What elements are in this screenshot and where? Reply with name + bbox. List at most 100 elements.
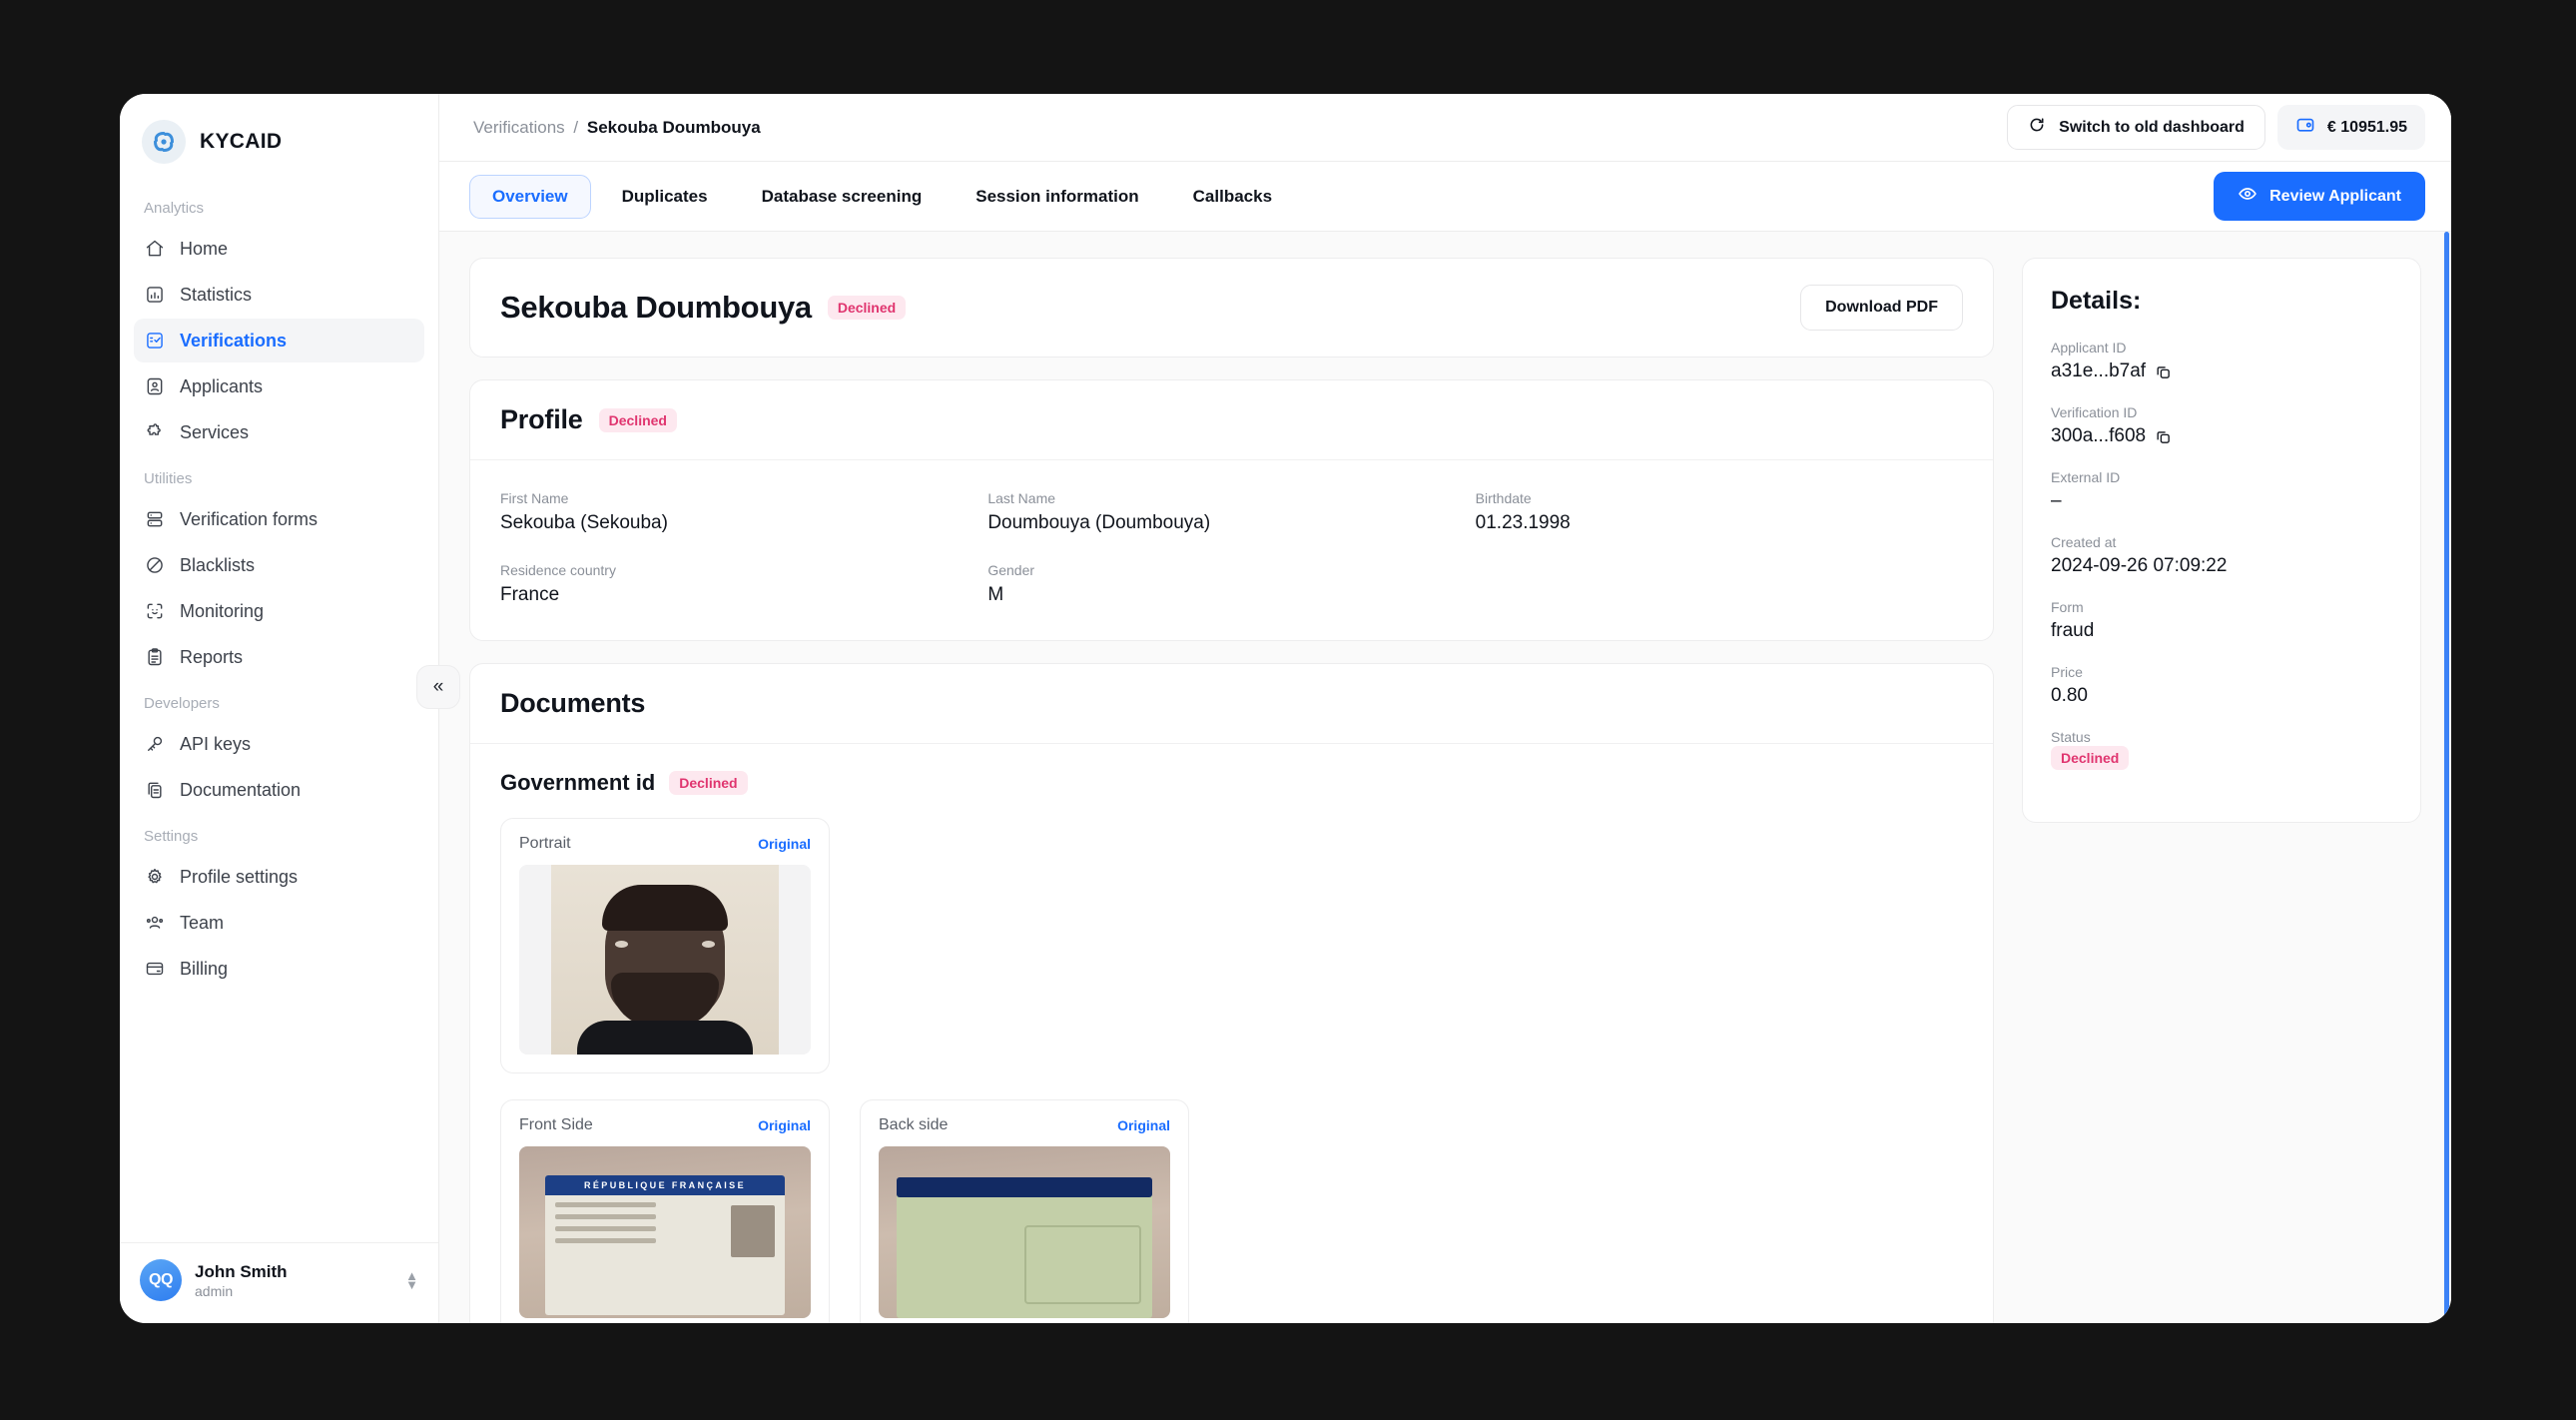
right-column: Details: Applicant ID a31e...b7af Verifi… xyxy=(2022,258,2421,1323)
detail-value: fraud xyxy=(2051,620,2392,642)
detail-value: 300a...f608 xyxy=(2051,425,2146,447)
profile-field: Last Name Doumbouya (Doumbouya) xyxy=(987,490,1475,534)
review-applicant-button[interactable]: Review Applicant xyxy=(2214,172,2425,221)
document-card-back-side[interactable]: Back side Original xyxy=(860,1099,1189,1323)
balance-chip[interactable]: € 10951.95 xyxy=(2277,105,2425,150)
vertical-scrollbar[interactable] xyxy=(2444,232,2449,1323)
sidebar-item-label: Monitoring xyxy=(180,601,264,622)
sidebar-item-team[interactable]: Team xyxy=(134,901,424,945)
tab-database-screening[interactable]: Database screening xyxy=(739,175,946,219)
user-card-icon xyxy=(144,375,166,397)
left-column: Sekouba Doumbouya Declined Download PDF … xyxy=(469,258,1994,1323)
profile-fields: First Name Sekouba (Sekouba) Last Name D… xyxy=(470,460,1993,640)
sidebar-item-home[interactable]: Home xyxy=(134,227,424,271)
document-card-header: Front Side Original xyxy=(519,1116,811,1134)
checklist-icon xyxy=(144,330,166,352)
sidebar-item-label: Blacklists xyxy=(180,555,255,576)
user-menu-caret-icon[interactable]: ▲▼ xyxy=(405,1271,418,1290)
detail-row-price: Price 0.80 xyxy=(2051,664,2392,707)
sidebar-item-documentation[interactable]: Documentation xyxy=(134,768,424,812)
app-window: KYCAID Analytics Home Statistics Verific… xyxy=(120,94,2451,1323)
details-heading: Details: xyxy=(2051,287,2392,316)
field-label: Gender xyxy=(987,562,1475,578)
sidebar-item-applicants[interactable]: Applicants xyxy=(134,364,424,408)
sidebar-item-verification-forms[interactable]: Verification forms xyxy=(134,497,424,541)
detail-value: 2024-09-26 07:09:22 xyxy=(2051,555,2392,577)
sidebar-item-label: Reports xyxy=(180,647,243,668)
front-side-thumbnail[interactable]: RÉPUBLIQUE FRANÇAISE xyxy=(519,1146,811,1318)
field-value: France xyxy=(500,584,987,606)
brand-header[interactable]: KYCAID xyxy=(120,94,438,180)
profile-field: Gender M xyxy=(987,562,1475,606)
original-link[interactable]: Original xyxy=(758,1117,811,1133)
sidebar-item-label: Documentation xyxy=(180,780,301,801)
chevron-double-left-icon: « xyxy=(433,676,444,698)
tab-overview[interactable]: Overview xyxy=(469,175,591,219)
copy-icon[interactable] xyxy=(2155,363,2172,380)
tab-session-information[interactable]: Session information xyxy=(953,175,1161,219)
document-card-header: Back side Original xyxy=(879,1116,1170,1134)
face-scan-icon xyxy=(144,600,166,622)
detail-label: Verification ID xyxy=(2051,404,2392,420)
document-card-title: Back side xyxy=(879,1116,948,1134)
sidebar-item-api-keys[interactable]: API keys xyxy=(134,722,424,766)
detail-value-wrap: a31e...b7af xyxy=(2051,360,2392,382)
documents-card-header: Documents xyxy=(470,664,1993,744)
detail-label: Price xyxy=(2051,664,2392,680)
sidebar-user-profile[interactable]: QQ John Smith admin ▲▼ xyxy=(120,1242,438,1323)
tab-duplicates[interactable]: Duplicates xyxy=(599,175,731,219)
back-side-thumbnail[interactable] xyxy=(879,1146,1170,1318)
sidebar-item-monitoring[interactable]: Monitoring xyxy=(134,589,424,633)
credit-card-icon xyxy=(144,958,166,980)
detail-label: External ID xyxy=(2051,469,2392,485)
document-card-title: Front Side xyxy=(519,1116,593,1134)
topbar-actions: Switch to old dashboard € 10951.95 xyxy=(2007,105,2425,150)
clipboard-icon xyxy=(144,646,166,668)
sidebar-item-verifications[interactable]: Verifications xyxy=(134,319,424,362)
sidebar-item-reports[interactable]: Reports xyxy=(134,635,424,679)
sidebar-item-label: Verification forms xyxy=(180,509,318,530)
portrait-thumbnail[interactable] xyxy=(519,865,811,1055)
original-link[interactable]: Original xyxy=(1117,1117,1170,1133)
page-title: Sekouba Doumbouya xyxy=(500,290,812,326)
switch-old-dashboard-button[interactable]: Switch to old dashboard xyxy=(2007,105,2265,150)
sidebar-item-label: Profile settings xyxy=(180,867,298,888)
sidebar-item-label: Applicants xyxy=(180,376,263,397)
sidebar-item-services[interactable]: Services xyxy=(134,410,424,454)
original-link[interactable]: Original xyxy=(758,836,811,852)
sidebar-item-profile-settings[interactable]: Profile settings xyxy=(134,855,424,899)
tab-callbacks[interactable]: Callbacks xyxy=(1170,175,1295,219)
copy-icon[interactable] xyxy=(2155,428,2172,445)
sidebar-collapse-button[interactable]: « xyxy=(416,665,460,709)
profile-field: Residence country France xyxy=(500,562,987,606)
nav-group-label-utilities: Utilities xyxy=(134,456,424,497)
document-card-portrait[interactable]: Portrait Original xyxy=(500,818,830,1073)
sidebar-item-billing[interactable]: Billing xyxy=(134,947,424,991)
status-badge: Declined xyxy=(828,296,906,320)
documents-body: Government id Declined Portrait Original xyxy=(470,744,1993,1323)
document-card-title: Portrait xyxy=(519,835,571,853)
government-id-status-badge: Declined xyxy=(669,771,747,795)
breadcrumb-separator: / xyxy=(573,118,578,137)
user-name: John Smith xyxy=(195,1261,288,1282)
detail-value: 0.80 xyxy=(2051,685,2392,707)
details-status-badge: Declined xyxy=(2051,746,2129,770)
document-card-front-side[interactable]: Front Side Original RÉPUBLIQUE FRANÇAISE xyxy=(500,1099,830,1323)
chart-square-icon xyxy=(144,284,166,306)
sidebar-item-label: Statistics xyxy=(180,285,252,306)
id-front-header-text: RÉPUBLIQUE FRANÇAISE xyxy=(584,1180,746,1190)
id-front-image: RÉPUBLIQUE FRANÇAISE xyxy=(519,1146,811,1318)
detail-label: Status xyxy=(2051,729,2392,745)
sidebar-item-blacklists[interactable]: Blacklists xyxy=(134,543,424,587)
download-pdf-button[interactable]: Download PDF xyxy=(1800,285,1963,331)
home-icon xyxy=(144,238,166,260)
sidebar-item-statistics[interactable]: Statistics xyxy=(134,273,424,317)
breadcrumb-current: Sekouba Doumbouya xyxy=(587,118,761,137)
field-label: Last Name xyxy=(987,490,1475,506)
sidebar-item-label: Services xyxy=(180,422,249,443)
gear-icon xyxy=(144,866,166,888)
key-icon xyxy=(144,733,166,755)
detail-label: Applicant ID xyxy=(2051,340,2392,355)
breadcrumb-parent[interactable]: Verifications xyxy=(473,118,565,137)
detail-row-verification-id: Verification ID 300a...f608 xyxy=(2051,404,2392,447)
